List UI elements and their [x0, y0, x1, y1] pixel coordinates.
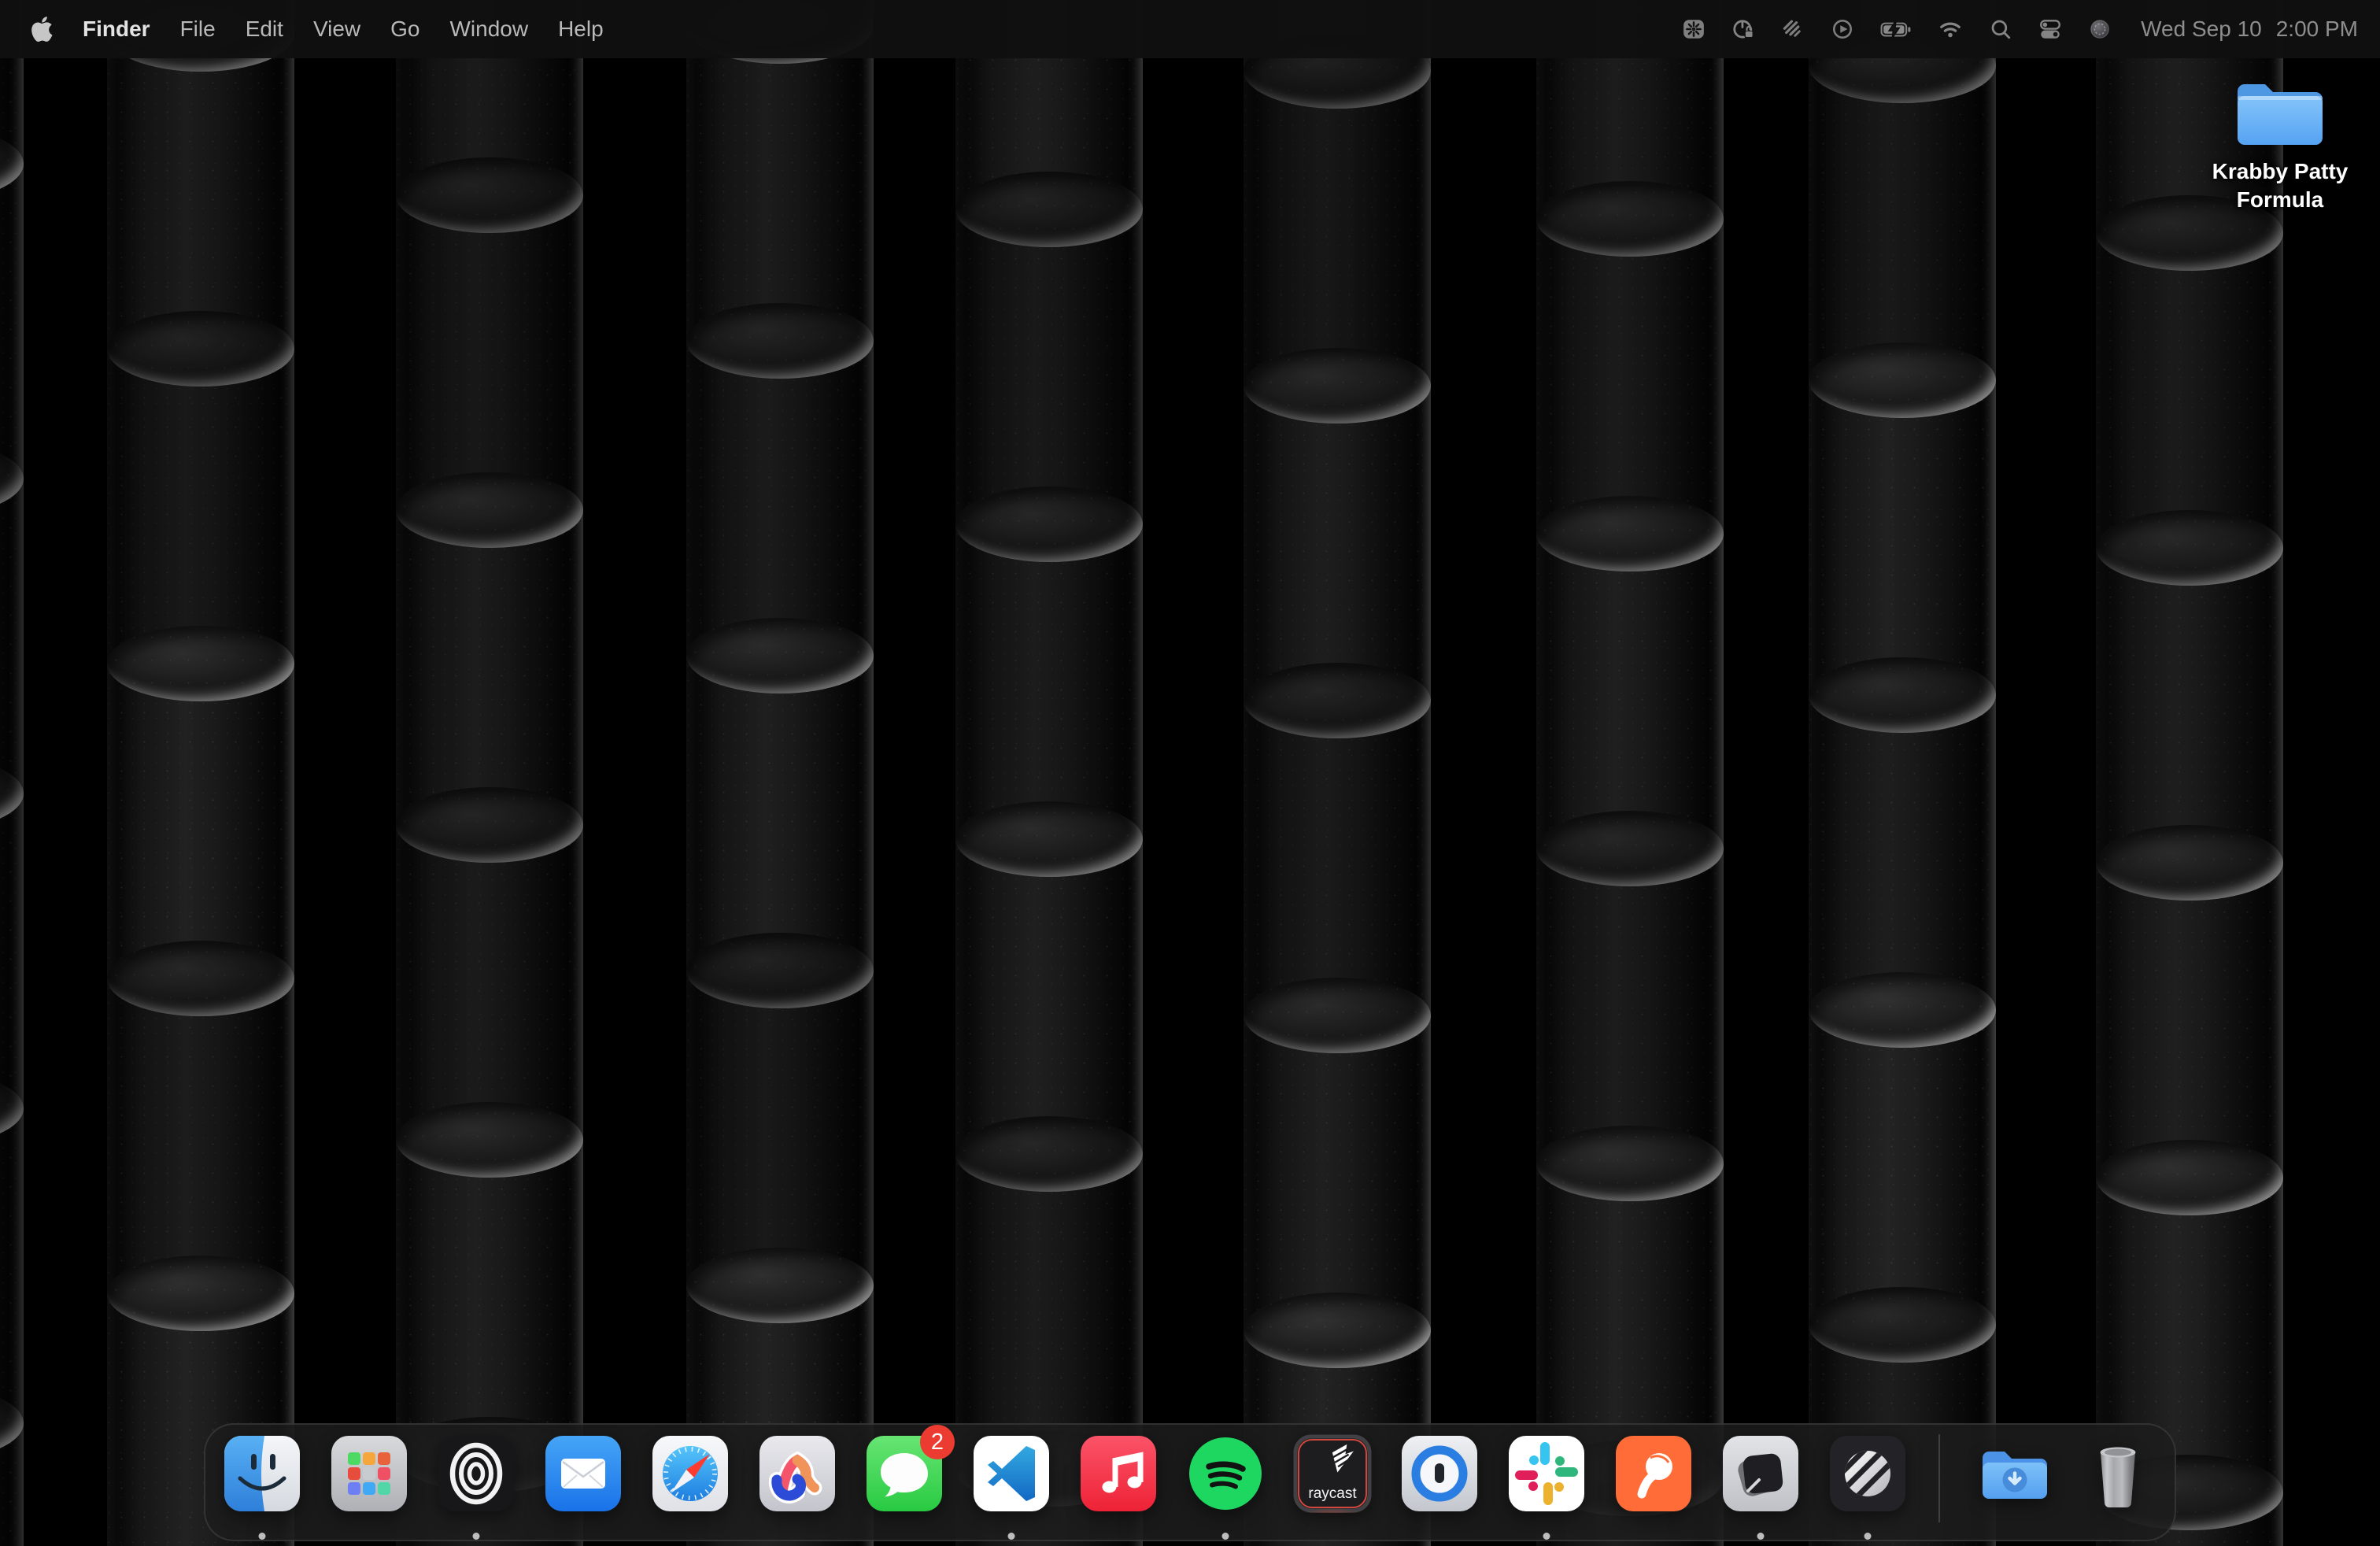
spotify-icon [1186, 1434, 1265, 1513]
safari-icon [651, 1434, 730, 1513]
apple-logo-icon[interactable] [30, 16, 57, 43]
dia-icon [1721, 1434, 1800, 1513]
running-indicator [1543, 1533, 1550, 1540]
dock: 2 raycast [204, 1423, 2176, 1541]
dock-separator [1938, 1434, 1940, 1522]
apple-music-icon [1079, 1434, 1158, 1513]
dock-item-dia[interactable] [1721, 1434, 1800, 1513]
wallpaper-column [1809, 0, 1996, 1546]
running-indicator [1222, 1533, 1229, 1540]
dock-item-launchpad[interactable] [330, 1434, 408, 1513]
menu-finder[interactable]: Finder [68, 0, 165, 58]
slack-icon [1507, 1434, 1586, 1513]
desktop-folder-krabby-patty-formula[interactable]: Krabby Patty Formula [2191, 72, 2369, 213]
notification-badge: 2 [920, 1425, 955, 1459]
dock-item-rings-app[interactable] [437, 1434, 516, 1513]
menu-bar-status-area: Wed Sep 10 2:00 PM [1682, 17, 2358, 42]
menu-bar-clock[interactable]: Wed Sep 10 2:00 PM [2141, 17, 2358, 42]
running-indicator [1757, 1533, 1765, 1540]
dock-item-finder[interactable] [223, 1434, 301, 1513]
menu-bar-menus: FinderFileEditViewGoWindowHelp [30, 0, 619, 58]
mail-icon [544, 1434, 623, 1513]
downloads-folder-icon [1972, 1434, 2050, 1513]
concentric-rings-icon [437, 1434, 516, 1513]
vscode-icon [972, 1434, 1051, 1513]
wallpaper-column [1536, 0, 1724, 1546]
keyboard-brightness-icon[interactable] [1682, 17, 1706, 41]
spotlight-search-icon[interactable] [1989, 17, 2012, 41]
dock-item-downloads[interactable] [1972, 1434, 2050, 1513]
dock-item-postman[interactable] [1614, 1434, 1693, 1513]
menu-file[interactable]: File [165, 0, 231, 58]
svg-text:raycast: raycast [1308, 1485, 1357, 1502]
dock-item-messages[interactable]: 2 [865, 1434, 944, 1513]
dock-item-1password[interactable] [1400, 1434, 1479, 1513]
dock-item-music[interactable] [1079, 1434, 1158, 1513]
globe-orb-icon[interactable] [2088, 17, 2112, 41]
menu-help[interactable]: Help [543, 0, 619, 58]
dock-item-vscode[interactable] [972, 1434, 1051, 1513]
dock-item-arc[interactable] [758, 1434, 837, 1513]
wallpaper-column [955, 0, 1143, 1546]
menu-bar: FinderFileEditViewGoWindowHelp Wed Sep 1… [0, 0, 2380, 58]
battery-charging-icon[interactable] [1880, 17, 1912, 41]
wallpaper-column [396, 0, 583, 1546]
linear-icon [1828, 1434, 1907, 1513]
dock-item-slack[interactable] [1507, 1434, 1586, 1513]
control-center-icon[interactable] [2038, 17, 2062, 41]
menu-go[interactable]: Go [375, 0, 434, 58]
dock-item-trash[interactable] [2079, 1434, 2157, 1513]
clock-date: Wed Sep 10 [2141, 17, 2262, 42]
folder-icon [2231, 72, 2329, 153]
running-indicator [1008, 1533, 1015, 1540]
wallpaper-column [2096, 0, 2283, 1546]
dock-item-linear[interactable] [1828, 1434, 1907, 1513]
wallpaper-column [107, 0, 294, 1546]
dock-item-safari[interactable] [651, 1434, 730, 1513]
wifi-icon[interactable] [1938, 17, 1963, 41]
wallpaper-column [686, 0, 874, 1546]
onepassword-icon [1400, 1434, 1479, 1513]
wallpaper-column [0, 0, 24, 1546]
wallpaper [0, 0, 2380, 1546]
dock-item-raycast[interactable]: raycast [1293, 1434, 1372, 1513]
wallpaper-column [1244, 0, 1431, 1546]
postman-icon [1614, 1434, 1693, 1513]
wallpaper-cylinder [0, 1385, 24, 1546]
running-indicator [1864, 1533, 1872, 1540]
running-indicator [473, 1533, 480, 1540]
raycast-icon: raycast [1293, 1434, 1372, 1513]
launchpad-icon [330, 1434, 408, 1513]
striped-flag-icon[interactable] [1781, 17, 1805, 41]
trash-icon [2079, 1434, 2157, 1513]
menu-view[interactable]: View [298, 0, 375, 58]
clock-time: 2:00 PM [2276, 17, 2358, 42]
menu-window[interactable]: Window [434, 0, 543, 58]
onepassword-lock-icon[interactable] [1731, 17, 1755, 41]
menu-edit[interactable]: Edit [231, 0, 298, 58]
arc-browser-icon [758, 1434, 837, 1513]
dock-item-spotify[interactable] [1186, 1434, 1265, 1513]
running-indicator [259, 1533, 266, 1540]
now-playing-icon[interactable] [1831, 17, 1854, 41]
finder-icon [223, 1434, 301, 1513]
dock-item-mail[interactable] [544, 1434, 623, 1513]
folder-label: Krabby Patty Formula [2201, 157, 2359, 213]
status-icons [1682, 17, 2112, 41]
